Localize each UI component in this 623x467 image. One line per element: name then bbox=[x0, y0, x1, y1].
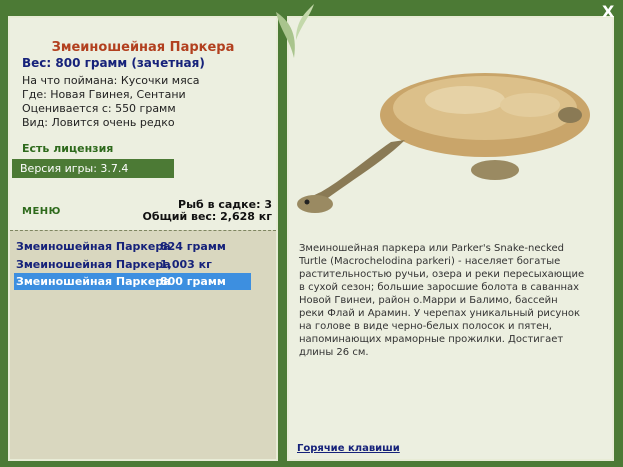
catch-name: Змеиношейная Паркера bbox=[16, 240, 171, 253]
fish-card: Змеиношейная Паркера Вес: 800 грамм (зач… bbox=[10, 18, 276, 230]
catch-weight: 824 грамм bbox=[160, 240, 226, 253]
turtle-image bbox=[297, 73, 590, 213]
valued-info: Оценивается с: 550 грамм bbox=[22, 102, 176, 115]
fish-title: Змеиношейная Паркера bbox=[51, 40, 235, 55]
catch-info: Вид: Ловится очень редко bbox=[22, 116, 175, 129]
catch-list-item-selected[interactable]: Змеиношейная Паркера 800 грамм bbox=[14, 273, 251, 290]
version-badge: Версия игры: 3.7.4 bbox=[12, 159, 174, 178]
app-window: Змеиношейная Паркера Вес: 800 грамм (зач… bbox=[0, 0, 623, 467]
bait-info: На что поймана: Кусочки мяса bbox=[22, 74, 200, 87]
catch-name: Змеиношейная Паркера bbox=[16, 275, 171, 288]
catch-name: Змеиношейная Паркера bbox=[16, 258, 171, 271]
catch-weight: 800 грамм bbox=[160, 275, 226, 288]
hotkeys-link[interactable]: Горячие клавиши bbox=[297, 443, 400, 454]
fish-description: Змеиношейная паркера или Parker's Snake-… bbox=[299, 243, 585, 358]
divider bbox=[10, 230, 276, 231]
cage-total-weight: Общий вес: 2,628 кг bbox=[142, 210, 272, 223]
fish-info-panel: Змеиношейная Паркера Вес: 800 грамм (зач… bbox=[8, 16, 278, 461]
catch-list-item[interactable]: Змеиношейная Паркера 1,003 кг bbox=[14, 256, 251, 273]
menu-button[interactable]: МЕНЮ bbox=[22, 206, 61, 217]
catch-weight: 1,003 кг bbox=[160, 258, 212, 271]
place-info: Где: Новая Гвинея, Сентани bbox=[22, 88, 186, 101]
close-button[interactable]: X bbox=[602, 2, 614, 21]
license-status: Есть лицензия bbox=[22, 142, 114, 155]
fish-weight: Вес: 800 грамм (зачетная) bbox=[22, 56, 205, 70]
leaf-logo-icon bbox=[276, 4, 314, 58]
catch-list-item[interactable]: Змеиношейная Паркера 824 грамм bbox=[14, 238, 251, 255]
